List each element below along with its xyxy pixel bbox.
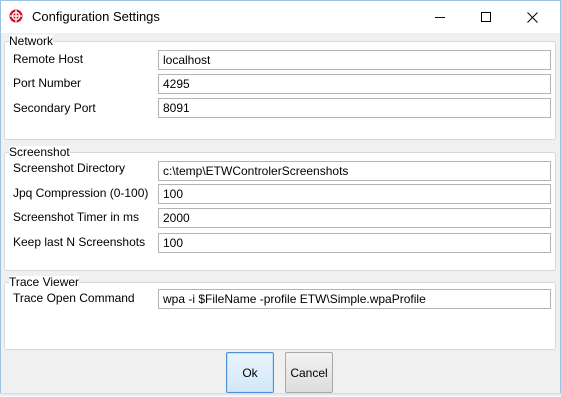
screenshot-directory-input[interactable] — [158, 161, 551, 181]
port-number-label: Port Number — [13, 76, 82, 90]
network-group-label: Network — [9, 34, 54, 48]
window-shadow — [0, 393, 561, 397]
etw-app-icon — [9, 9, 23, 23]
ok-button[interactable]: Ok — [226, 352, 274, 393]
trace-viewer-group-label: Trace Viewer — [9, 275, 80, 289]
minimize-button[interactable] — [417, 1, 463, 33]
port-number-input[interactable] — [158, 74, 551, 94]
screenshot-directory-label: Screenshot Directory — [13, 161, 126, 175]
maximize-icon — [480, 11, 492, 23]
trace-open-command-input[interactable] — [158, 289, 551, 309]
screenshot-timer-input[interactable] — [158, 208, 551, 228]
screenshot-timer-label: Screenshot Timer in ms — [13, 210, 140, 224]
jpq-compression-input[interactable] — [158, 184, 551, 204]
screenshot-group-label: Screenshot — [9, 145, 70, 159]
jpq-compression-label: Jpq Compression (0-100) — [13, 186, 149, 200]
maximize-button[interactable] — [463, 1, 509, 33]
close-icon — [526, 11, 538, 23]
trace-open-command-label: Trace Open Command — [13, 291, 135, 305]
configuration-settings-window: Configuration Settings Network Remote Ho… — [0, 0, 561, 394]
remote-host-input[interactable] — [158, 50, 551, 70]
window-title: Configuration Settings — [32, 9, 160, 24]
keep-last-screenshots-input[interactable] — [158, 233, 551, 253]
remote-host-label: Remote Host — [13, 52, 84, 66]
minimize-icon — [434, 12, 446, 23]
secondary-port-input[interactable] — [158, 98, 551, 118]
cancel-button[interactable]: Cancel — [285, 352, 333, 393]
keep-last-screenshots-label: Keep last N Screenshots — [13, 235, 146, 249]
secondary-port-label: Secondary Port — [13, 101, 96, 115]
title-bar[interactable]: Configuration Settings — [1, 1, 560, 33]
close-button[interactable] — [509, 1, 555, 33]
